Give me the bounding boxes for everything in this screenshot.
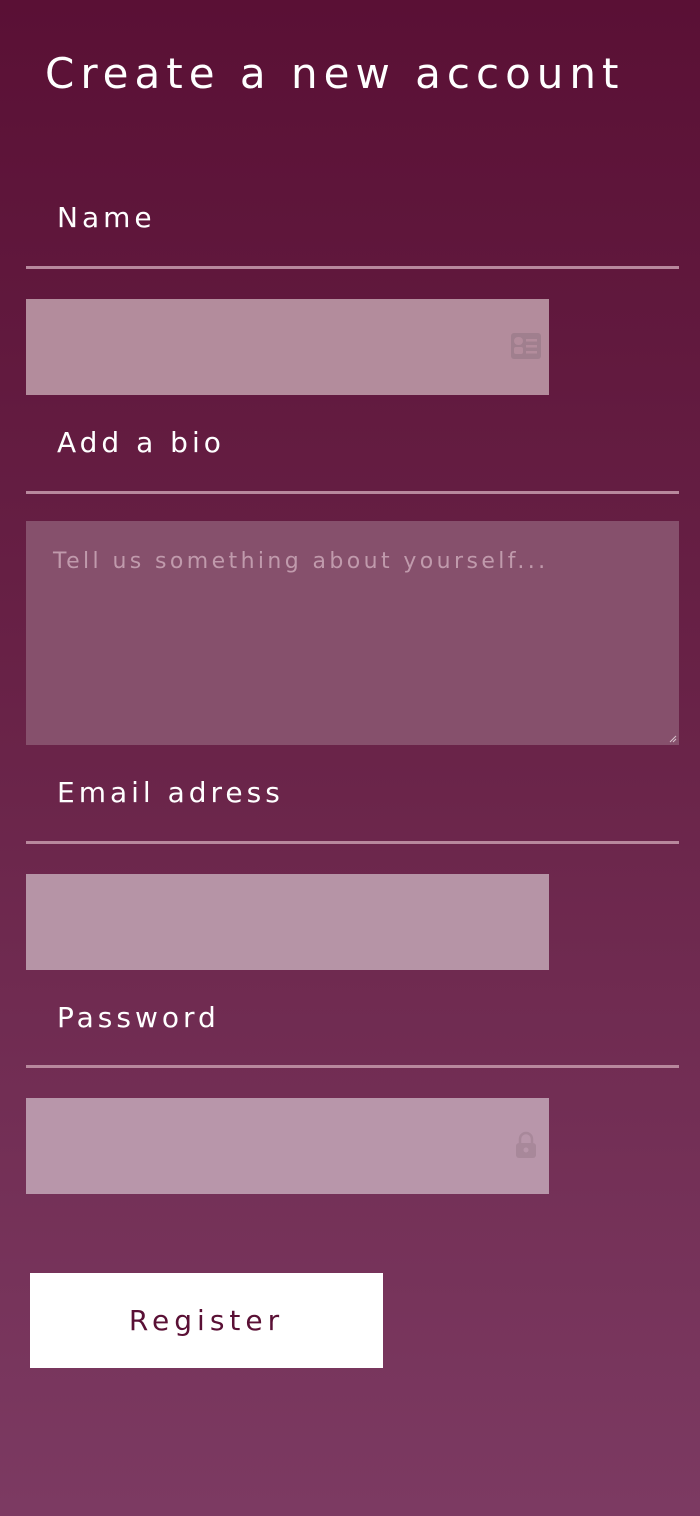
password-input[interactable] [26,1098,549,1194]
registration-page: { "title": "Create a new account", "form… [0,0,700,1516]
email-input[interactable] [26,874,549,970]
password-divider [26,1065,679,1068]
resize-handle-icon[interactable] [669,735,677,743]
name-input[interactable] [26,299,549,395]
bio-placeholder: Tell us something about yourself... [53,549,549,574]
page-title: Create a new account [45,49,625,98]
email-divider [26,841,679,844]
password-label: Password [57,1001,220,1034]
lock-icon [516,1131,536,1158]
email-label: Email adress [57,776,284,809]
name-label: Name [57,201,156,234]
register-button-label: Register [128,1304,285,1337]
bio-textarea[interactable]: Tell us something about yourself... [26,521,679,745]
id-card-icon [511,333,541,359]
bio-label: Add a bio [57,426,225,459]
bio-divider [26,491,679,494]
name-divider [26,266,679,269]
register-button[interactable]: Register [30,1273,383,1368]
